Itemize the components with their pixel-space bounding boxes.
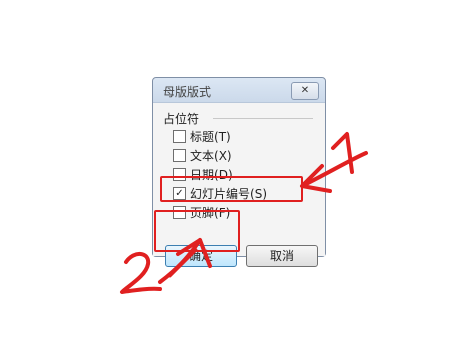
close-icon: ✕ [300, 85, 310, 96]
option-text[interactable]: 文本(X) [173, 147, 232, 163]
annotation-numeral-1 [331, 132, 354, 174]
option-title-shortcut: (T) [214, 130, 231, 144]
annotation-numeral-2 [120, 252, 162, 294]
option-text-shortcut: (X) [214, 149, 232, 163]
dialog-titlebar: 母版版式 ✕ [153, 78, 325, 103]
option-title[interactable]: 标题(T) [173, 128, 231, 144]
dialog-title: 母版版式 [163, 85, 212, 99]
annotation-box-slide-number [160, 176, 303, 202]
checkbox-text[interactable] [173, 149, 186, 162]
annotation-box-ok [154, 210, 240, 252]
group-divider [213, 118, 313, 119]
placeholder-group-label: 占位符 [163, 112, 200, 126]
option-title-label: 标题 [190, 130, 215, 144]
close-button[interactable]: ✕ [291, 82, 319, 100]
option-text-label: 文本 [190, 149, 215, 163]
cancel-button[interactable]: 取消 [246, 245, 318, 267]
checkbox-title[interactable] [173, 130, 186, 143]
